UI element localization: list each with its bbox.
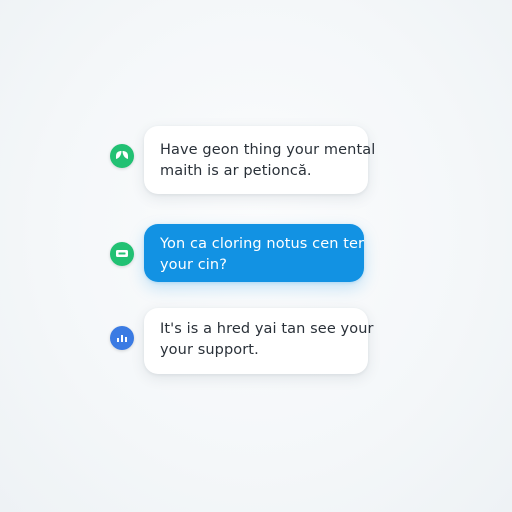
message-1-line-1: Have geon thing your mental: [160, 142, 376, 158]
message-bubble-1: Have geon thing your mental maith is ar …: [144, 126, 376, 194]
message-1-line-2: maith is ar petioncă.: [160, 163, 312, 179]
message-3-line-2: your support.: [160, 342, 259, 358]
message-2-line-2: your cin?: [160, 257, 227, 273]
message-bubble-3: It's is a hred yai tan see your your sup…: [144, 308, 374, 374]
message-bubble-2: Yon ca cloring notus cen ter your cin?: [144, 224, 364, 282]
chart-icon: [110, 326, 134, 350]
chat-icon: [110, 242, 134, 266]
chat-thread: Have geon thing your mental maith is ar …: [0, 0, 512, 512]
leaf-icon: [110, 144, 134, 168]
message-3-line-1: It's is a hred yai tan see your: [160, 321, 374, 337]
message-2-line-1: Yon ca cloring notus cen ter: [160, 236, 365, 252]
